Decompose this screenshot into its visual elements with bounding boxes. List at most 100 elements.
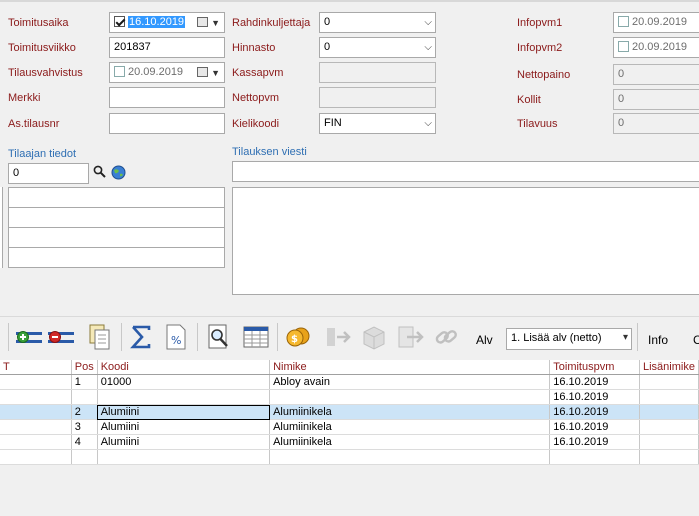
infopvm1-label: Infopvm1 (517, 17, 563, 29)
rahdinkuljettaja-select[interactable]: 0 ⌵ (319, 12, 436, 33)
customer-info-row[interactable] (9, 188, 224, 208)
rahdinkuljettaja-label: Rahdinkuljettaja (232, 17, 311, 29)
cell-t[interactable] (0, 374, 72, 390)
cell-lisanimike[interactable] (639, 419, 699, 435)
column-header-koodi[interactable]: Koodi (97, 360, 271, 375)
cell-t[interactable] (0, 434, 72, 450)
message-subject-input[interactable] (232, 161, 699, 182)
copy-icon[interactable] (86, 320, 114, 354)
cell-toimituspvm[interactable]: 16.10.2019 (549, 389, 640, 405)
info-button[interactable]: Info (648, 333, 668, 347)
cell-lisanimike[interactable] (639, 404, 699, 420)
infopvm1-value: 20.09.2019 (632, 16, 688, 28)
cell-nimike[interactable]: Alumiinikela (269, 419, 551, 435)
cell-koodi[interactable]: Alumiini (97, 419, 271, 435)
cell-pos[interactable]: 1 (71, 374, 98, 390)
chevron-down-icon[interactable]: ▼ (211, 16, 220, 31)
tilausvahvistus-date-picker[interactable]: 20.09.2019 ▼ (109, 62, 225, 83)
chevron-down-icon[interactable]: ▼ (211, 66, 220, 81)
infopvm2-checkbox[interactable] (618, 41, 629, 52)
cell-toimituspvm[interactable]: 16.10.2019 (549, 434, 640, 450)
cell-lisanimike[interactable] (639, 374, 699, 390)
cell-pos[interactable] (71, 389, 98, 405)
astilausnr-input[interactable] (109, 113, 225, 134)
delete-row-icon[interactable] (46, 320, 76, 354)
toolbar-separator (637, 323, 638, 351)
customer-info-row[interactable] (9, 228, 224, 248)
cell-nimike[interactable] (269, 389, 551, 405)
chevron-down-icon[interactable]: ▾ (623, 330, 628, 345)
toimitusaika-checkbox[interactable] (114, 16, 125, 27)
cell-t[interactable] (0, 419, 72, 435)
cell-pos[interactable]: 3 (71, 419, 98, 435)
kollit-label: Kollit (517, 94, 541, 106)
cell-nimike[interactable]: Abloy avain (269, 374, 551, 390)
toimitusviikko-input[interactable]: 201837 (109, 37, 225, 58)
customer-info-row[interactable] (9, 208, 224, 228)
cell-nimike[interactable]: Alumiinikela (269, 434, 551, 450)
cell-lisanimike[interactable] (639, 434, 699, 450)
coins-icon[interactable]: $ (283, 320, 313, 354)
cell-t[interactable] (0, 449, 72, 465)
cell-koodi[interactable] (97, 389, 271, 405)
cell-lisanimike[interactable] (639, 389, 699, 405)
cell-toimituspvm[interactable]: 16.10.2019 (549, 404, 640, 420)
column-header-nimike[interactable]: Nimike (269, 360, 551, 375)
alv-select[interactable]: 1. Lisää alv (netto) ▾ (506, 328, 632, 350)
globe-icon[interactable] (111, 165, 126, 180)
chevron-down-icon[interactable]: ⌵ (424, 15, 432, 30)
column-header-lisanimike[interactable]: Lisänimike (639, 360, 699, 375)
chevron-down-icon[interactable]: ⌵ (424, 40, 432, 55)
cell-koodi[interactable] (97, 449, 271, 465)
infopvm2-date-picker[interactable]: 20.09.2019 (613, 37, 699, 58)
c-button[interactable]: C (693, 333, 699, 347)
hinnasto-select[interactable]: 0 ⌵ (319, 37, 436, 58)
column-header-toimituspvm[interactable]: Toimituspvm (549, 360, 640, 375)
table-row[interactable]: 4 Alumiini Alumiinikela 16.10.2019 (0, 434, 699, 450)
add-row-icon[interactable] (14, 320, 44, 354)
table-row[interactable]: 3 Alumiini Alumiinikela 16.10.2019 (0, 419, 699, 435)
message-section-title: Tilauksen viesti (232, 146, 307, 158)
cell-koodi[interactable]: Alumiini (97, 404, 271, 420)
column-header-t[interactable]: T (0, 360, 72, 375)
preview-icon[interactable] (205, 320, 233, 354)
chevron-down-icon[interactable]: ⌵ (424, 116, 432, 131)
table-row-selected[interactable]: 2 Alumiini Alumiinikela 16.10.2019 (0, 404, 699, 420)
toimitusaika-value: 16.10.2019 (128, 16, 186, 28)
table-row[interactable]: 1 01000 Abloy avain 16.10.2019 (0, 374, 699, 390)
search-icon[interactable] (93, 165, 106, 178)
table-view-icon[interactable] (241, 320, 271, 354)
cell-t[interactable] (0, 389, 72, 405)
cell-pos[interactable]: 4 (71, 434, 98, 450)
table-row[interactable] (0, 449, 699, 465)
percent-icon[interactable]: % (163, 320, 189, 354)
sum-icon[interactable] (127, 320, 155, 354)
transfer-icon (327, 328, 351, 346)
table-row[interactable]: 16.10.2019 (0, 389, 699, 405)
cell-nimike[interactable] (269, 449, 551, 465)
infopvm1-checkbox[interactable] (618, 16, 629, 27)
calendar-icon[interactable] (197, 17, 208, 27)
cell-koodi[interactable]: 01000 (97, 374, 271, 390)
kielikoodi-select[interactable]: FIN ⌵ (319, 113, 436, 134)
column-header-pos[interactable]: Pos (71, 360, 98, 375)
tilausvahvistus-checkbox[interactable] (114, 66, 125, 77)
customer-info-row[interactable] (9, 248, 224, 267)
merkki-input[interactable] (109, 87, 225, 108)
cell-toimituspvm[interactable]: 16.10.2019 (549, 374, 640, 390)
toimitusaika-label: Toimitusaika (8, 17, 69, 29)
cell-nimike[interactable]: Alumiinikela (269, 404, 551, 420)
message-body-textarea[interactable] (232, 187, 699, 295)
calendar-icon[interactable] (197, 67, 208, 77)
cell-lisanimike[interactable] (639, 449, 699, 465)
cell-toimituspvm[interactable] (549, 449, 640, 465)
toimitusaika-date-picker[interactable]: 16.10.2019 ▼ (109, 12, 225, 33)
kielikoodi-value: FIN (324, 117, 342, 129)
cell-t[interactable] (0, 404, 72, 420)
cell-koodi[interactable]: Alumiini (97, 434, 271, 450)
cell-pos[interactable] (71, 449, 98, 465)
cell-pos[interactable]: 2 (71, 404, 98, 420)
customer-search-input[interactable]: 0 (8, 163, 89, 184)
infopvm1-date-picker[interactable]: 20.09.2019 (613, 12, 699, 33)
cell-toimituspvm[interactable]: 16.10.2019 (549, 419, 640, 435)
